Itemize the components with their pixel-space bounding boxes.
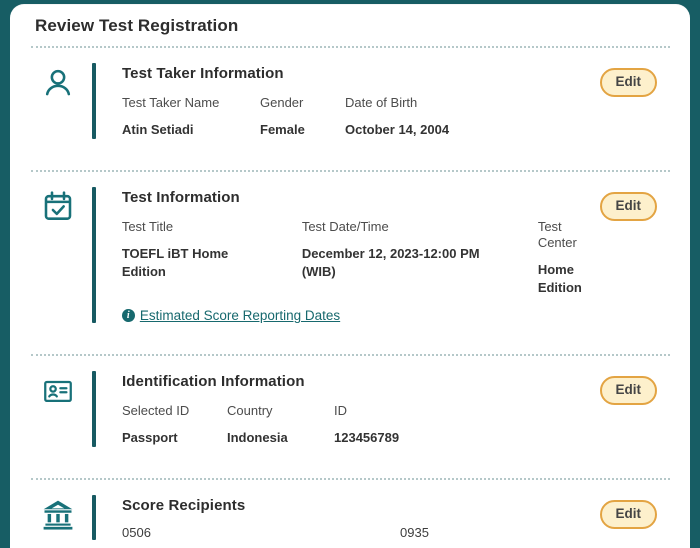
field-value-test-taker-name: Atin Setiadi [122, 122, 194, 137]
field-value-id: 123456789 [334, 430, 400, 445]
field-label-selected-id: Selected ID [122, 403, 190, 418]
field-value-date-of-birth: October 14, 2004 [345, 122, 450, 137]
section-heading: Identification Information [122, 373, 305, 390]
edit-test-information-button[interactable]: Edit [599, 192, 657, 221]
section-heading: Test Information [121, 189, 240, 206]
calendar-check-icon [40, 189, 76, 227]
section-rule [92, 63, 96, 139]
id-card-icon [40, 373, 76, 411]
field-label-test-center: Test Center [537, 219, 577, 250]
edit-test-taker-button[interactable]: Edit [599, 68, 657, 97]
section-rule [92, 187, 96, 323]
section-test-information: Test Information Test Title TOEFL iBT Ho… [10, 187, 690, 323]
section-separator [31, 478, 670, 480]
section-separator [31, 354, 670, 356]
section-rule [92, 371, 96, 447]
field-value-selected-id: Passport [122, 430, 178, 445]
score-recipient-code: 0506 [122, 525, 151, 540]
section-rule [92, 495, 96, 540]
field-label-date-of-birth: Date of Birth [345, 95, 418, 110]
field-value-test-datetime: December 12, 2023-12:00 PM (WIB) [301, 246, 480, 279]
title-separator [31, 46, 670, 48]
person-icon [40, 65, 76, 103]
field-label-id: ID [334, 403, 347, 418]
field-label-country: Country [227, 403, 273, 418]
field-value-gender: Female [260, 122, 305, 137]
field-label-test-taker-name: Test Taker Name [122, 95, 220, 110]
edit-identification-button[interactable]: Edit [599, 376, 657, 405]
page-title: Review Test Registration [35, 16, 239, 35]
field-label-test-title: Test Title [121, 219, 174, 234]
field-value-test-title: TOEFL iBT Home Edition [121, 246, 229, 279]
field-label-gender: Gender [260, 95, 304, 110]
section-score-recipients: Score Recipients 0506 0935 Edit [10, 495, 690, 540]
info-icon: i [121, 309, 135, 322]
bank-icon [40, 497, 76, 535]
field-value-test-center: Home Edition [537, 262, 582, 295]
review-registration-card: Review Test Registration Test Taker Info… [10, 4, 690, 548]
section-identification-information: Identification Information Selected ID P… [10, 371, 690, 447]
estimated-score-reporting-dates-link[interactable]: Estimated Score Reporting Dates [140, 308, 340, 323]
field-label-test-datetime: Test Date/Time [301, 219, 389, 234]
field-value-country: Indonesia [227, 430, 288, 445]
edit-score-recipients-button[interactable]: Edit [599, 500, 657, 529]
section-heading: Test Taker Information [122, 65, 284, 82]
section-test-taker-information: Test Taker Information Test Taker Name A… [10, 63, 690, 139]
section-heading: Score Recipients [122, 497, 246, 514]
score-recipient-code: 0935 [400, 525, 429, 540]
section-separator [31, 170, 670, 172]
